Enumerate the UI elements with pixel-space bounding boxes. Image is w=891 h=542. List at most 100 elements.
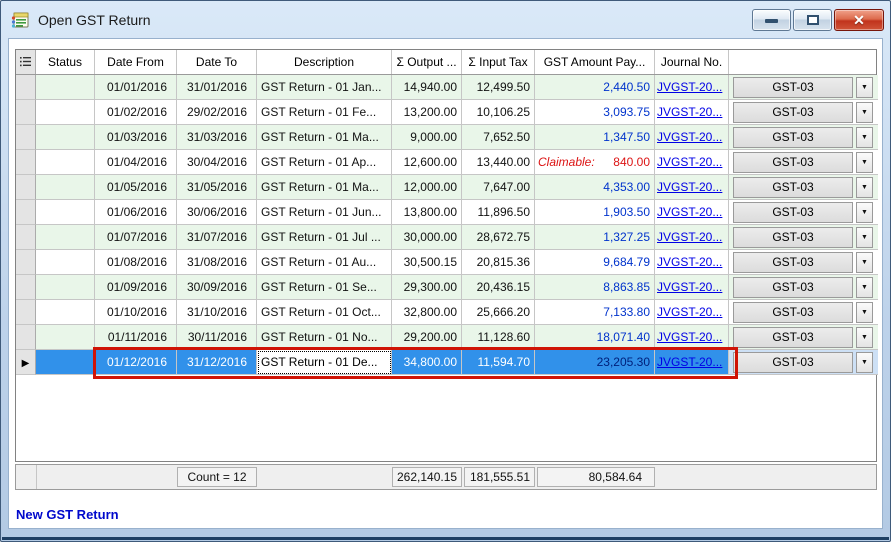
cell-description: GST Return - 01 Oct... <box>257 300 392 325</box>
return-type-button[interactable]: GST-03 <box>733 202 853 223</box>
journal-link[interactable]: JVGST-20... <box>657 280 722 294</box>
return-type-dropdown-button[interactable]: ▼ <box>856 77 873 98</box>
cell-journal-no: JVGST-20... <box>655 350 729 375</box>
maximize-button[interactable] <box>793 9 832 31</box>
return-type-button[interactable]: GST-03 <box>733 102 853 123</box>
return-type-button[interactable]: GST-03 <box>733 302 853 323</box>
column-header-input-tax[interactable]: Σ Input Tax <box>462 50 535 74</box>
return-type-dropdown-button[interactable]: ▼ <box>856 252 873 273</box>
return-type-button[interactable]: GST-03 <box>733 177 853 198</box>
return-type-button[interactable]: GST-03 <box>733 252 853 273</box>
table-row[interactable]: ▶ 01/10/2016 31/10/2016 GST Return - 01 … <box>16 300 876 325</box>
column-header-output-tax[interactable]: Σ Output ... <box>392 50 462 74</box>
return-type-button[interactable]: GST-03 <box>733 327 853 348</box>
table-row[interactable]: ▶ 01/09/2016 30/09/2016 GST Return - 01 … <box>16 275 876 300</box>
chevron-down-icon: ▼ <box>861 284 868 291</box>
journal-link[interactable]: JVGST-20... <box>657 255 722 269</box>
cell-gst-amount: 8,863.85 <box>535 275 655 300</box>
return-type-dropdown-button[interactable]: ▼ <box>856 277 873 298</box>
journal-link[interactable]: JVGST-20... <box>657 230 722 244</box>
column-header-status[interactable]: Status <box>36 50 95 74</box>
journal-link[interactable]: JVGST-20... <box>657 305 722 319</box>
journal-link[interactable]: JVGST-20... <box>657 80 722 94</box>
cell-output-tax: 29,300.00 <box>392 275 462 300</box>
close-button[interactable]: ✕ <box>834 9 884 31</box>
row-selector-cell: ▶ <box>16 250 36 275</box>
table-row[interactable]: ▶ 01/08/2016 31/08/2016 GST Return - 01 … <box>16 250 876 275</box>
cell-input-tax: 13,440.00 <box>462 150 535 175</box>
return-type-dropdown-button[interactable]: ▼ <box>856 127 873 148</box>
return-type-button[interactable]: GST-03 <box>733 152 853 173</box>
cell-output-tax: 29,200.00 <box>392 325 462 350</box>
dialog-client-area: Status Date From Date To Description Σ O… <box>8 38 883 529</box>
cell-journal-no: JVGST-20... <box>655 325 729 350</box>
cell-status <box>36 300 95 325</box>
table-row[interactable]: ▶ 01/01/2016 31/01/2016 GST Return - 01 … <box>16 75 876 100</box>
cell-journal-no: JVGST-20... <box>655 125 729 150</box>
journal-link[interactable]: JVGST-20... <box>657 180 722 194</box>
cell-output-tax: 32,800.00 <box>392 300 462 325</box>
column-header-journal-no[interactable]: Journal No. <box>655 50 729 74</box>
return-type-button[interactable]: GST-03 <box>733 77 853 98</box>
return-type-dropdown-button[interactable]: ▼ <box>856 102 873 123</box>
journal-link[interactable]: JVGST-20... <box>657 155 722 169</box>
cell-input-tax: 7,652.50 <box>462 125 535 150</box>
gst-amount-value: 7,133.80 <box>603 300 650 324</box>
cell-status <box>36 175 95 200</box>
chevron-down-icon: ▼ <box>861 259 868 266</box>
cell-date-from: 01/12/2016 <box>95 350 177 375</box>
table-row[interactable]: ▶ 01/12/2016 31/12/2016 GST Return - 01 … <box>16 350 876 375</box>
cell-date-to: 30/06/2016 <box>177 200 257 225</box>
cell-return-type: GST-03 ▼ <box>729 300 878 325</box>
column-header-description[interactable]: Description <box>257 50 392 74</box>
cell-journal-no: JVGST-20... <box>655 100 729 125</box>
cell-return-type: GST-03 ▼ <box>729 225 878 250</box>
chevron-down-icon: ▼ <box>861 184 868 191</box>
table-row[interactable]: ▶ 01/04/2016 30/04/2016 GST Return - 01 … <box>16 150 876 175</box>
column-header-return-type[interactable] <box>729 50 878 74</box>
cell-journal-no: JVGST-20... <box>655 275 729 300</box>
cell-description: GST Return - 01 Se... <box>257 275 392 300</box>
return-type-dropdown-button[interactable]: ▼ <box>856 327 873 348</box>
journal-link[interactable]: JVGST-20... <box>657 105 722 119</box>
return-type-dropdown-button[interactable]: ▼ <box>856 227 873 248</box>
table-row[interactable]: ▶ 01/07/2016 31/07/2016 GST Return - 01 … <box>16 225 876 250</box>
cell-return-type: GST-03 ▼ <box>729 100 878 125</box>
new-gst-return-link[interactable]: New GST Return <box>16 507 119 522</box>
column-header-date-from[interactable]: Date From <box>95 50 177 74</box>
return-type-dropdown-button[interactable]: ▼ <box>856 152 873 173</box>
journal-link[interactable]: JVGST-20... <box>657 355 722 369</box>
cell-input-tax: 11,128.60 <box>462 325 535 350</box>
return-type-button[interactable]: GST-03 <box>733 227 853 248</box>
gst-amount-value: 23,205.30 <box>597 350 650 374</box>
table-row[interactable]: ▶ 01/11/2016 30/11/2016 GST Return - 01 … <box>16 325 876 350</box>
journal-link[interactable]: JVGST-20... <box>657 330 722 344</box>
return-type-dropdown-button[interactable]: ▼ <box>856 302 873 323</box>
return-type-button[interactable]: GST-03 <box>733 277 853 298</box>
table-row[interactable]: ▶ 01/03/2016 31/03/2016 GST Return - 01 … <box>16 125 876 150</box>
table-row[interactable]: ▶ 01/02/2016 29/02/2016 GST Return - 01 … <box>16 100 876 125</box>
cell-description: GST Return - 01 Jan... <box>257 75 392 100</box>
cell-input-tax: 12,499.50 <box>462 75 535 100</box>
cell-date-to: 31/10/2016 <box>177 300 257 325</box>
cell-input-tax: 25,666.20 <box>462 300 535 325</box>
cell-date-to: 31/01/2016 <box>177 75 257 100</box>
return-type-dropdown-button[interactable]: ▼ <box>856 177 873 198</box>
cell-gst-amount: 18,071.40 <box>535 325 655 350</box>
minimize-button[interactable] <box>752 9 791 31</box>
table-row[interactable]: ▶ 01/05/2016 31/05/2016 GST Return - 01 … <box>16 175 876 200</box>
return-type-button[interactable]: GST-03 <box>733 352 853 373</box>
return-type-dropdown-button[interactable]: ▼ <box>856 352 873 373</box>
table-row[interactable]: ▶ 01/06/2016 30/06/2016 GST Return - 01 … <box>16 200 876 225</box>
cell-date-from: 01/11/2016 <box>95 325 177 350</box>
cell-output-tax: 34,800.00 <box>392 350 462 375</box>
column-header-row-selector[interactable] <box>16 50 36 74</box>
column-header-date-to[interactable]: Date To <box>177 50 257 74</box>
cell-return-type: GST-03 ▼ <box>729 250 878 275</box>
journal-link[interactable]: JVGST-20... <box>657 130 722 144</box>
window-title: Open GST Return <box>38 12 151 28</box>
return-type-dropdown-button[interactable]: ▼ <box>856 202 873 223</box>
journal-link[interactable]: JVGST-20... <box>657 205 722 219</box>
return-type-button[interactable]: GST-03 <box>733 127 853 148</box>
column-header-gst-amount[interactable]: GST Amount Pay... <box>535 50 655 74</box>
